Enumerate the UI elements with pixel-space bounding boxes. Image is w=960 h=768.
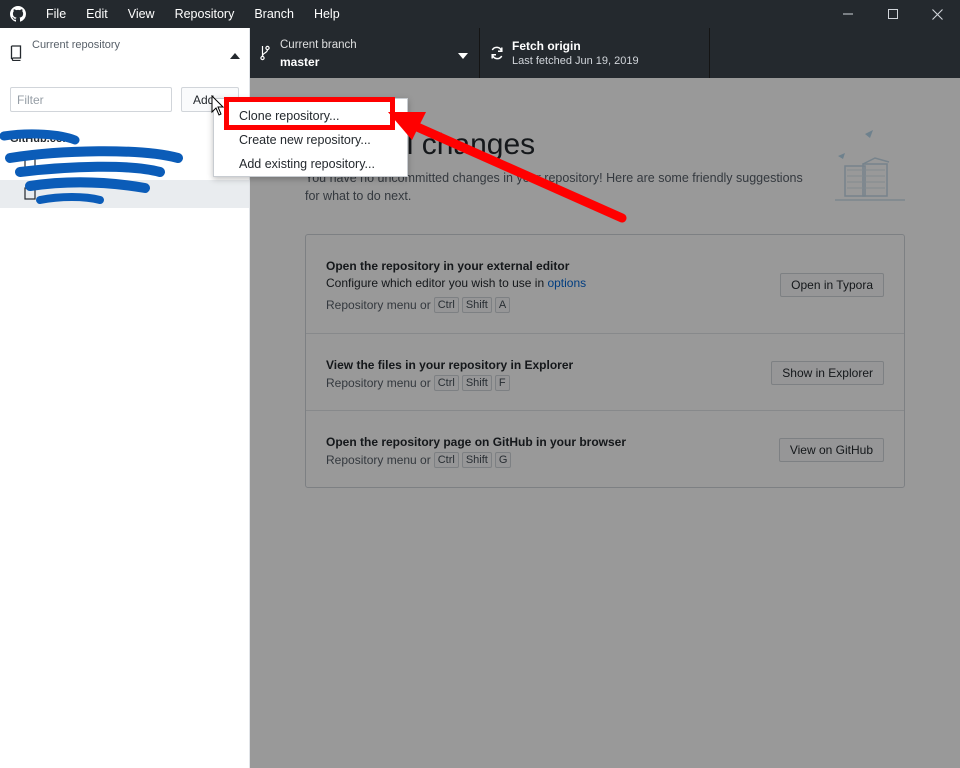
menu-backdrop[interactable] <box>250 78 960 768</box>
current-repository-dropdown[interactable]: Current repository <box>0 28 250 101</box>
menu-item-create-new-repository[interactable]: Create new repository... <box>214 128 407 152</box>
fetch-origin-button[interactable]: Fetch origin Last fetched Jun 19, 2019 <box>480 28 710 78</box>
menu-item-add-existing-repository[interactable]: Add existing repository... <box>214 152 407 176</box>
git-branch-icon <box>260 45 270 64</box>
menu-branch[interactable]: Branch <box>244 0 304 28</box>
sync-icon <box>490 46 504 63</box>
menu-help[interactable]: Help <box>304 0 350 28</box>
current-repository-label: Current repository <box>32 39 121 51</box>
current-branch-label: Current branch <box>280 39 357 51</box>
repo-book-icon <box>10 45 22 64</box>
mouse-pointer-icon <box>211 95 225 116</box>
chevron-down-icon <box>458 48 468 62</box>
filter-input[interactable] <box>10 87 172 112</box>
toolbar: Current repository Current branch master… <box>0 28 960 101</box>
current-branch-name: master <box>280 55 320 69</box>
repository-list-sidebar: Add GitHub.com <box>0 78 250 768</box>
last-fetched-text: Last fetched Jun 19, 2019 <box>512 55 639 67</box>
redacted-repository-list <box>0 129 183 204</box>
annotation-highlight-box <box>224 97 395 130</box>
fetch-origin-label: Fetch origin <box>512 39 581 53</box>
title-bar: File Edit View Repository Branch Help <box>0 0 960 28</box>
menu-view[interactable]: View <box>118 0 165 28</box>
window-controls <box>825 0 960 28</box>
menu-edit[interactable]: Edit <box>76 0 118 28</box>
menu-file[interactable]: File <box>36 0 76 28</box>
chevron-up-icon <box>230 48 240 62</box>
minimize-icon[interactable] <box>825 0 870 28</box>
menu-bar: File Edit View Repository Branch Help <box>36 0 350 28</box>
maximize-icon[interactable] <box>870 0 915 28</box>
menu-repository[interactable]: Repository <box>165 0 245 28</box>
close-icon[interactable] <box>915 0 960 28</box>
github-logo-icon <box>0 0 36 28</box>
current-branch-dropdown[interactable]: Current branch master <box>250 28 480 78</box>
